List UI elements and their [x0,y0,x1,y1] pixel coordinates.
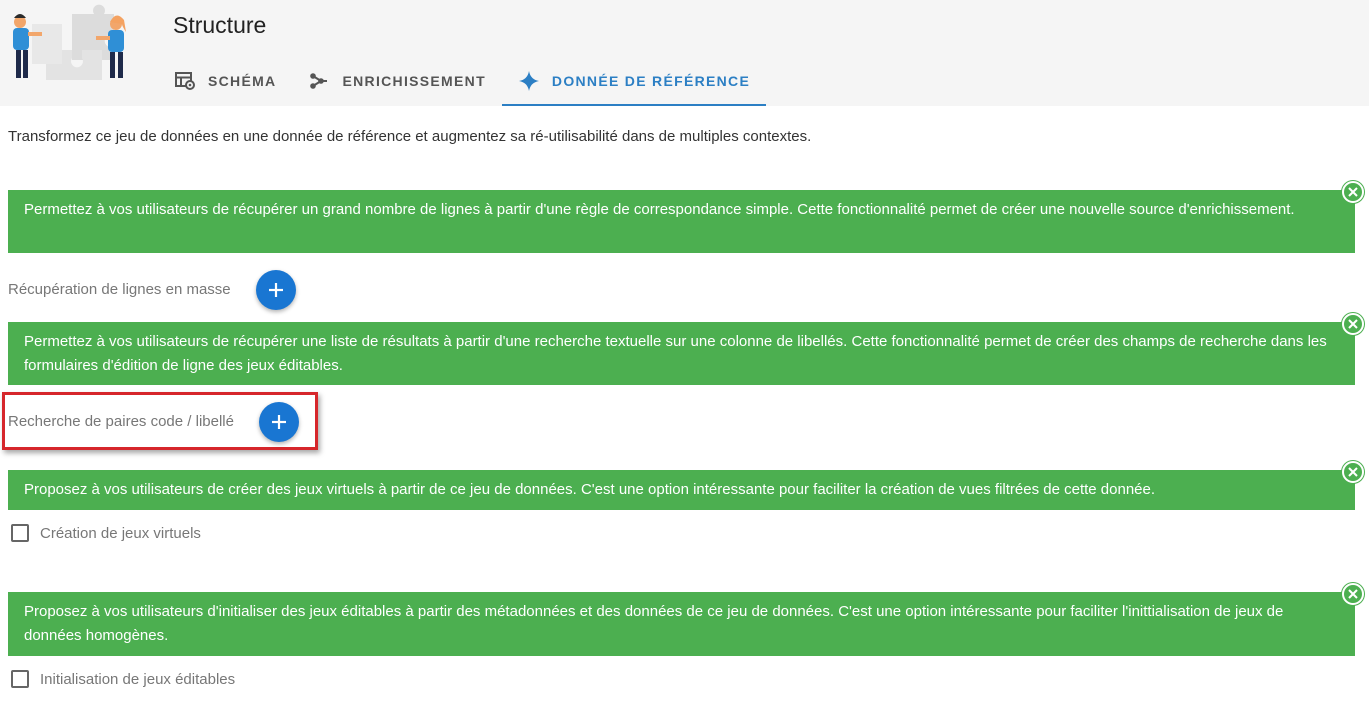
editable-datasets-option[interactable]: Initialisation de jeux éditables [11,670,235,688]
graph-nodes-icon [308,70,330,92]
close-icon [1348,319,1358,329]
bulk-banner-text: Permettez à vos utilisateurs de récupére… [24,201,1295,218]
puzzle-illustration [0,0,148,106]
close-icon [1348,589,1358,599]
virtual-banner-close-button[interactable] [1342,461,1364,483]
pairs-info-banner: Permettez à vos utilisateurs de récupére… [8,322,1355,385]
bulk-banner-close-button[interactable] [1342,181,1364,203]
tab-bar: SCHÉMA ENRICHISSEMENT DONNÉE DE RÉFÉRENC… [158,58,767,106]
pairs-banner-text: Permettez à vos utilisateurs de récupére… [24,333,1327,374]
tab-enrichissement[interactable]: ENRICHISSEMENT [292,58,501,104]
virtual-banner-text: Proposez à vos utilisateurs de créer des… [24,481,1156,498]
tab-donnee-de-reference-label: DONNÉE DE RÉFÉRENCE [551,73,751,89]
editable-banner-close-button[interactable] [1342,583,1364,605]
pairs-search-label: Recherche de paires code / libellé [8,413,234,430]
virtual-datasets-label: Création de jeux virtuels [40,524,201,542]
bulk-retrieval-label: Récupération de lignes en masse [8,281,231,298]
tab-donnee-de-reference[interactable]: DONNÉE DE RÉFÉRENCE [501,58,767,106]
editable-info-banner: Proposez à vos utilisateurs d'initialise… [8,592,1355,656]
intro-text: Transformez ce jeu de données en une don… [8,128,812,145]
virtual-datasets-option[interactable]: Création de jeux virtuels [11,524,201,542]
plus-icon [269,283,283,297]
editable-datasets-checkbox[interactable] [11,670,29,688]
virtual-datasets-checkbox[interactable] [11,524,29,542]
pairs-banner-close-button[interactable] [1342,313,1364,335]
page-title: Structure [173,12,267,38]
plus-icon [272,415,286,429]
close-icon [1348,187,1358,197]
add-pairs-search-button[interactable] [259,402,299,442]
tab-schema-label: SCHÉMA [208,73,277,89]
table-settings-icon [174,70,196,92]
bulk-info-banner: Permettez à vos utilisateurs de récupére… [8,190,1355,253]
header: Structure SCHÉMA ENRICHISSEMENT DONNÉE D… [0,0,1369,106]
editable-banner-text: Proposez à vos utilisateurs d'initialise… [24,603,1284,644]
close-icon [1348,467,1358,477]
editable-datasets-label: Initialisation de jeux éditables [40,670,236,688]
add-bulk-retrieval-button[interactable] [256,270,296,310]
tab-enrichissement-label: ENRICHISSEMENT [342,73,486,89]
virtual-info-banner: Proposez à vos utilisateurs de créer des… [8,470,1355,510]
sparkle-icon [518,70,540,92]
tab-schema[interactable]: SCHÉMA [158,58,292,104]
